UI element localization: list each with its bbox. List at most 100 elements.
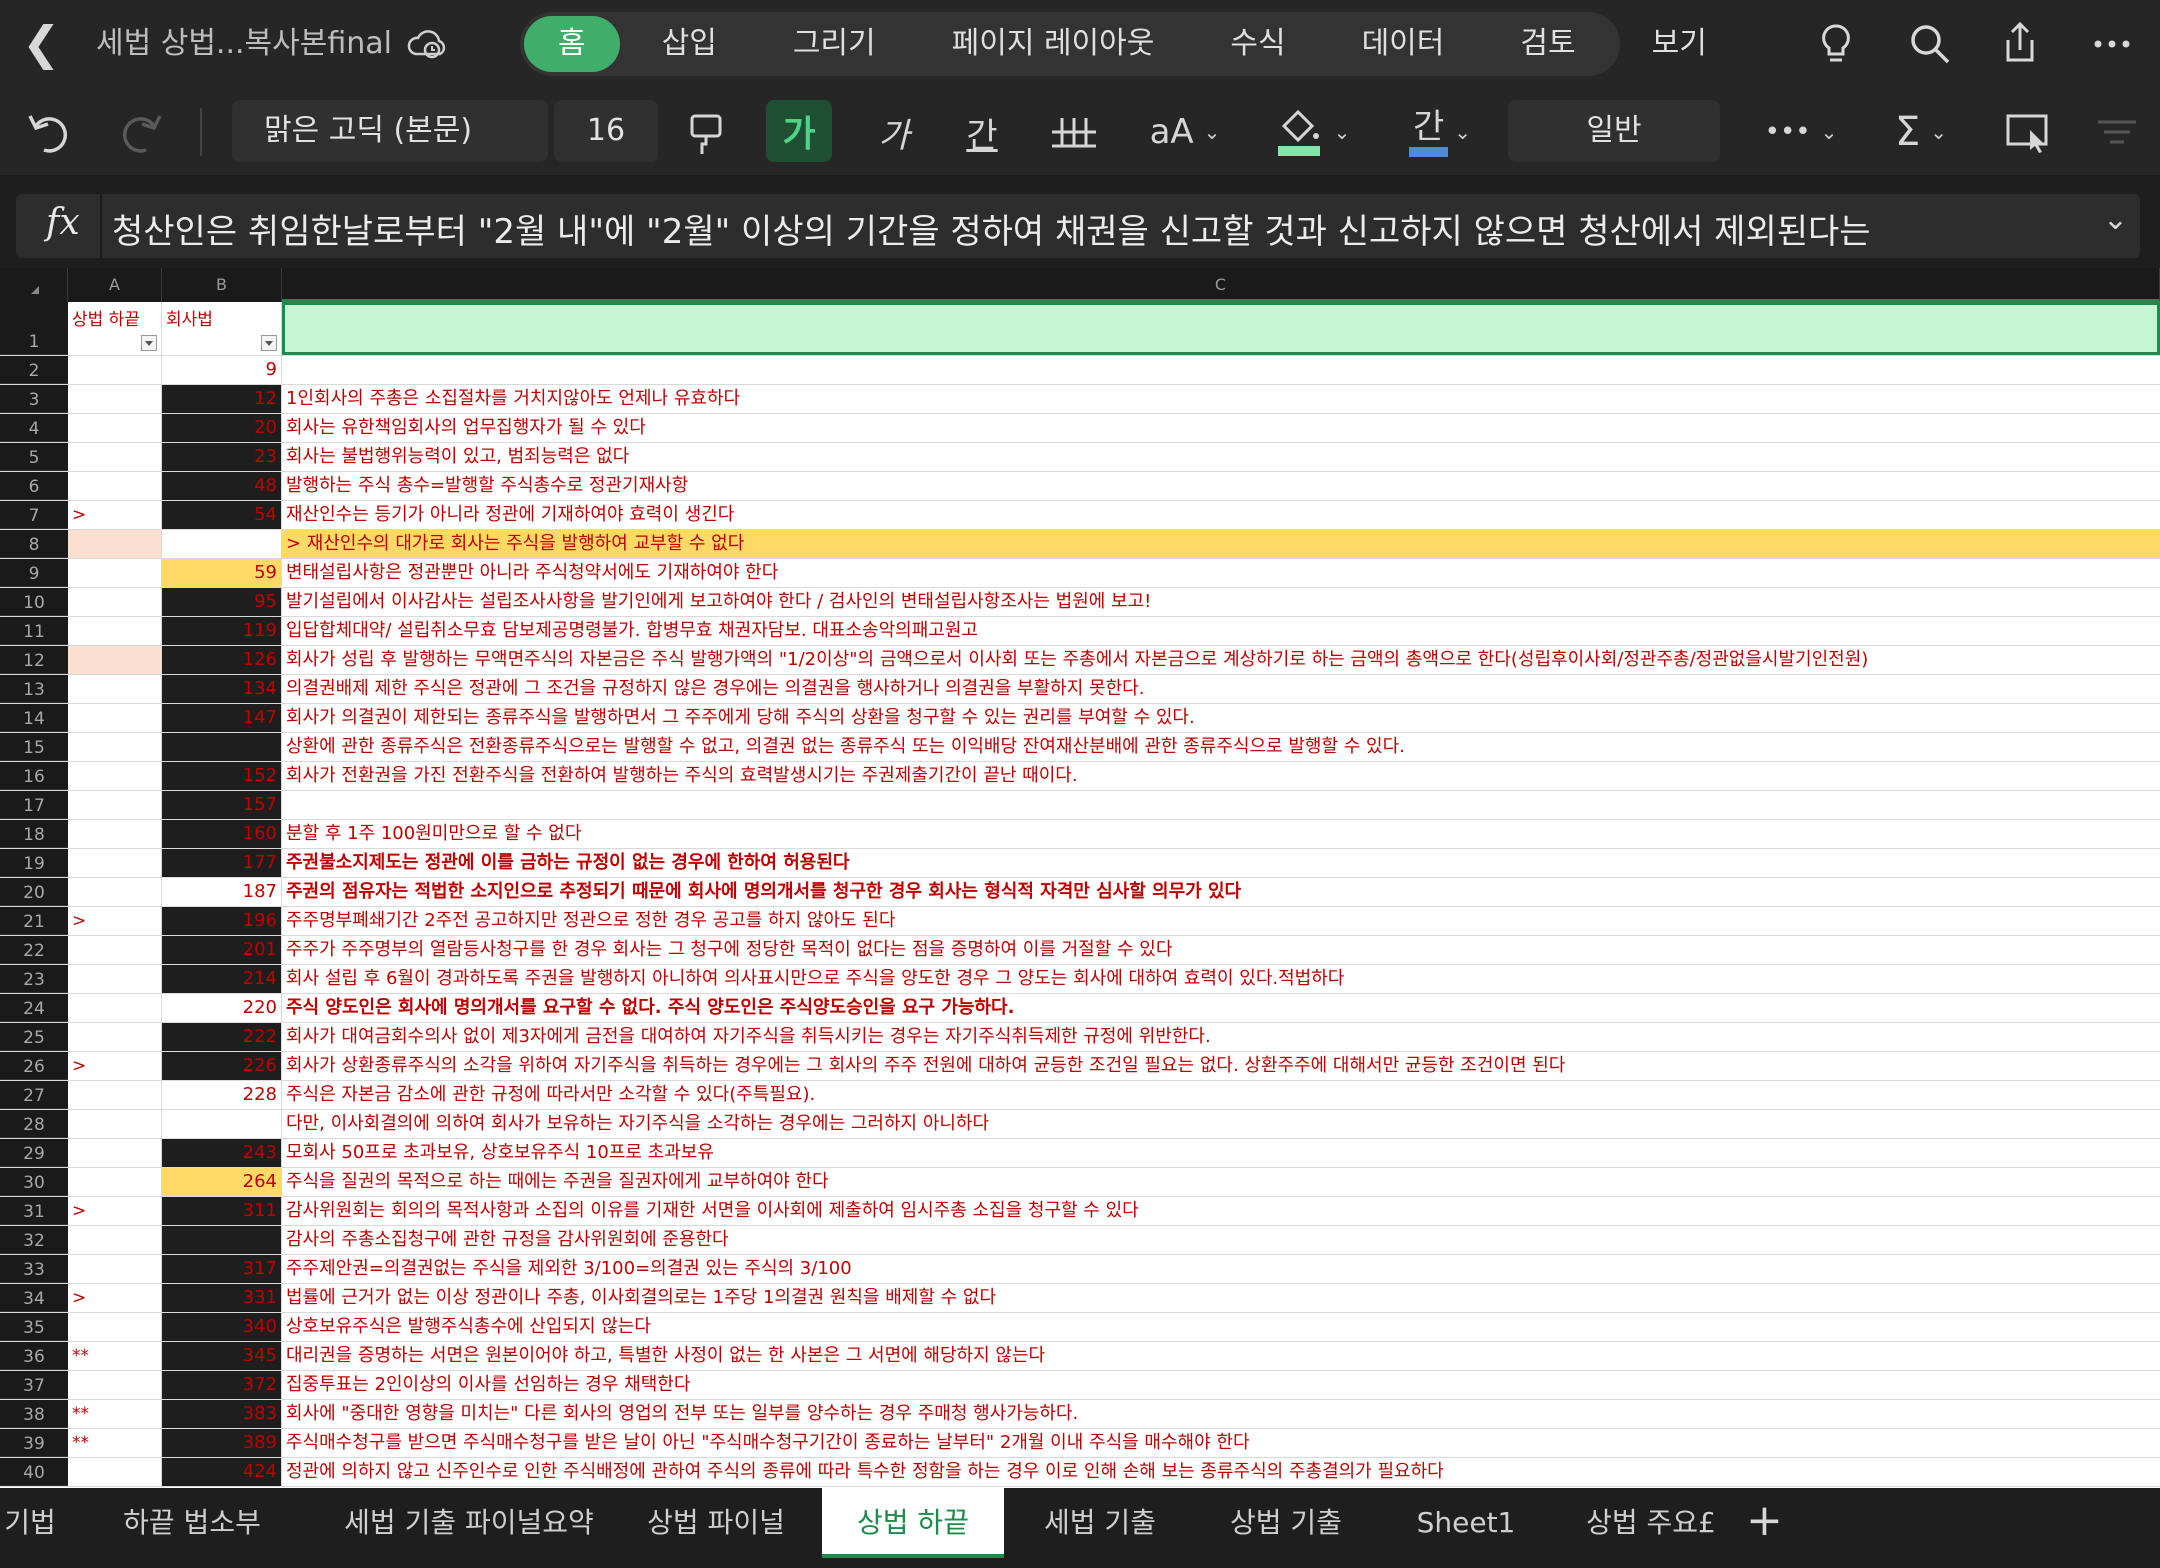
cell-c[interactable]: 정관에 의하지 않고 신주인수로 인한 주식배정에 관하여 주식의 종류에 따라…	[282, 1458, 2160, 1486]
cell-c[interactable]	[282, 356, 2160, 384]
cell-a[interactable]	[68, 704, 162, 732]
tab-page-layout[interactable]: 페이지 레이아웃	[918, 16, 1189, 72]
cell-c[interactable]: 주권의 점유자는 적법한 소지인으로 추정되기 때문에 회사에 명의개서를 청구…	[282, 878, 2160, 906]
row-number[interactable]: 33	[0, 1255, 68, 1283]
cell-b[interactable]: 389	[162, 1429, 282, 1457]
cell-b[interactable]: 243	[162, 1139, 282, 1167]
cell-a[interactable]: **	[68, 1342, 162, 1370]
cell-c[interactable]: 주주명부폐쇄기간 2주전 공고하지만 정관으로 정한 경우 공고를 하지 않아도…	[282, 907, 2160, 935]
cell-a[interactable]: **	[68, 1400, 162, 1428]
row-number[interactable]: 27	[0, 1081, 68, 1109]
row-number[interactable]: 24	[0, 994, 68, 1022]
cell-c[interactable]: 변태설립사항은 정관뿐만 아니라 주식청약서에도 기재하여야 한다	[282, 559, 2160, 587]
cell-b[interactable]: 119	[162, 617, 282, 645]
cell-c[interactable]: 대리권을 증명하는 서면은 원본이어야 하고, 특별한 사정이 없는 한 사본은…	[282, 1342, 2160, 1370]
row-number[interactable]: 35	[0, 1313, 68, 1341]
cell-c[interactable]: 회사가 의결권이 제한되는 종류주식을 발행하면서 그 주주에게 당해 주식의 …	[282, 704, 2160, 732]
add-sheet-plus-icon[interactable]: +	[1746, 1496, 1783, 1546]
row-number[interactable]: 18	[0, 820, 68, 848]
more-options-icon[interactable]	[2086, 18, 2138, 70]
cell-b[interactable]: 220	[162, 994, 282, 1022]
cell-a[interactable]: >	[68, 501, 162, 529]
autosum-button[interactable]: Σ ⌄	[1876, 88, 1966, 176]
cell-a[interactable]	[68, 762, 162, 790]
fill-color-button[interactable]: ⌄	[1262, 88, 1362, 176]
cell-c[interactable]: 법률에 근거가 없는 이상 정관이나 주총, 이사회결의로는 1주당 1의결권 …	[282, 1284, 2160, 1312]
cell-a[interactable]	[68, 443, 162, 471]
cell-a[interactable]	[68, 1023, 162, 1051]
cell-b[interactable]: 222	[162, 1023, 282, 1051]
cell-a[interactable]	[68, 646, 162, 674]
row-number[interactable]: 15	[0, 733, 68, 761]
cell-c[interactable]: 분할 후 1주 100원미만으로 할 수 없다	[282, 820, 2160, 848]
cell-a[interactable]	[68, 1139, 162, 1167]
cell-a[interactable]: **	[68, 1429, 162, 1457]
row-number[interactable]: 8	[0, 530, 68, 558]
cell-b[interactable]: 228	[162, 1081, 282, 1109]
cell-b[interactable]: 12	[162, 385, 282, 413]
cell-c[interactable]: 주주제안권=의결권없는 주식을 제외한 3/100=의결권 있는 주식의 3/1…	[282, 1255, 2160, 1283]
cell-b[interactable]	[162, 733, 282, 761]
row-number[interactable]: 12	[0, 646, 68, 674]
font-size-picker[interactable]: 16	[554, 100, 658, 162]
cell-a[interactable]	[68, 385, 162, 413]
cell-b[interactable]: 59	[162, 559, 282, 587]
cell-b[interactable]: 126	[162, 646, 282, 674]
cell-c[interactable]: 다만, 이사회결의에 의하여 회사가 보유하는 자기주식을 소각하는 경우에는 …	[282, 1110, 2160, 1138]
italic-button[interactable]: 가	[866, 88, 922, 176]
row-number[interactable]: 28	[0, 1110, 68, 1138]
cell-c[interactable]: 주식을 질권의 목적으로 하는 때에는 주권을 질권자에게 교부하여야 한다	[282, 1168, 2160, 1196]
row-number[interactable]: 11	[0, 617, 68, 645]
comment-cursor-icon[interactable]	[2000, 88, 2056, 176]
cell-b[interactable]: 383	[162, 1400, 282, 1428]
cell-c[interactable]: 감사위원회는 회의의 목적사항과 소집의 이유를 기재한 서면을 이사회에 제출…	[282, 1197, 2160, 1225]
sheet-tab[interactable]: 상법 기출	[1216, 1488, 1356, 1558]
cell-b[interactable]: 196	[162, 907, 282, 935]
cell-a[interactable]: >	[68, 1197, 162, 1225]
row-number[interactable]: 13	[0, 675, 68, 703]
cell-c[interactable]: 회사가 상환종류주식의 소각을 위하여 자기주식을 취득하는 경우에는 그 회사…	[282, 1052, 2160, 1080]
cell-c[interactable]: > 재산인수의 대가로 회사는 주식을 발행하여 교부할 수 없다	[282, 530, 2160, 558]
more-commands-button[interactable]: ••• ⌄	[1756, 88, 1846, 176]
chevron-down-icon[interactable]: ⌄	[2103, 202, 2128, 237]
header-cell-b[interactable]: 회사법	[162, 302, 282, 355]
sheet-tab[interactable]: 기법	[0, 1488, 60, 1558]
row-number[interactable]: 10	[0, 588, 68, 616]
cell-b[interactable]: 311	[162, 1197, 282, 1225]
cell-a[interactable]	[68, 1168, 162, 1196]
number-format-picker[interactable]: 일반	[1508, 100, 1720, 162]
cell-a[interactable]	[68, 617, 162, 645]
select-all-corner[interactable]	[0, 268, 68, 302]
cell-b[interactable]: 54	[162, 501, 282, 529]
row-number[interactable]: 31	[0, 1197, 68, 1225]
row-number[interactable]: 1	[0, 302, 68, 355]
cell-b[interactable]: 95	[162, 588, 282, 616]
row-number[interactable]: 7	[0, 501, 68, 529]
sheet-tab[interactable]: 상법 주요£	[1586, 1488, 1716, 1558]
filter-dropdown-icon[interactable]	[141, 335, 157, 351]
formula-input-box[interactable]: fx 청산인은 취임한날로부터 "2월 내"에 "2월" 이상의 기간을 정하여…	[16, 194, 2140, 258]
cell-a[interactable]	[68, 965, 162, 993]
cell-a[interactable]	[68, 1458, 162, 1486]
row-number[interactable]: 39	[0, 1429, 68, 1457]
cell-b[interactable]: 226	[162, 1052, 282, 1080]
cell-c[interactable]: 집중투표는 2인이상의 이사를 선임하는 경우 채택한다	[282, 1371, 2160, 1399]
fx-label[interactable]: fx	[46, 202, 80, 243]
cell-a[interactable]	[68, 849, 162, 877]
row-number[interactable]: 20	[0, 878, 68, 906]
cell-b[interactable]: 160	[162, 820, 282, 848]
cell-c[interactable]: 회사에 "중대한 영향을 미치는" 다른 회사의 영업의 전부 또는 일부를 양…	[282, 1400, 2160, 1428]
tab-view[interactable]: 보기	[1618, 16, 1741, 72]
row-number[interactable]: 9	[0, 559, 68, 587]
cell-c[interactable]: 입답합체대약/ 설립취소무효 담보제공명령불가. 합병무효 채권자담보. 대표소…	[282, 617, 2160, 645]
cell-a[interactable]: >	[68, 907, 162, 935]
cell-a[interactable]	[68, 820, 162, 848]
cell-b[interactable]: 345	[162, 1342, 282, 1370]
cell-a[interactable]	[68, 472, 162, 500]
column-header-b[interactable]: B	[162, 268, 282, 302]
cell-a[interactable]	[68, 1226, 162, 1254]
cell-b[interactable]	[162, 1110, 282, 1138]
tab-review[interactable]: 검토	[1486, 16, 1609, 72]
cell-c[interactable]: 회사는 불법행위능력이 있고, 범죄능력은 없다	[282, 443, 2160, 471]
cell-b[interactable]: 187	[162, 878, 282, 906]
